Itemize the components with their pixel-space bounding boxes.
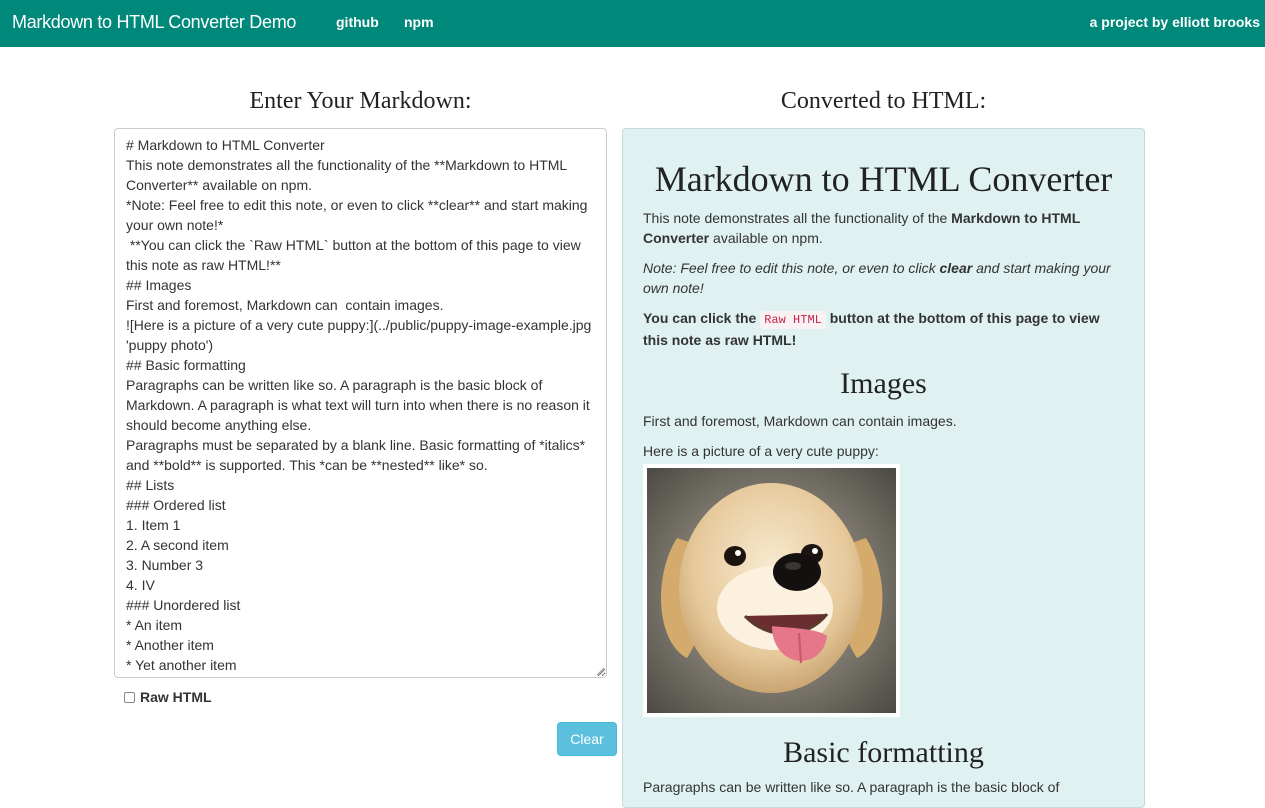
text-run: Note: Feel free to edit this note, or ev…	[643, 260, 940, 276]
github-link[interactable]: github	[336, 13, 379, 31]
text-run: available on npm.	[709, 230, 823, 246]
author-credit: a project by elliott brooks	[1089, 14, 1260, 30]
markdown-line: ## Basic formatting	[126, 357, 246, 373]
bold-text: clear	[939, 260, 973, 276]
inline-code: Raw HTML	[760, 311, 826, 329]
markdown-line: * Yet another item	[126, 657, 237, 673]
markdown-line: First and foremost, Markdown can contain…	[126, 297, 444, 313]
markdown-line: * Another item	[126, 637, 214, 653]
brand-link[interactable]: Markdown to HTML Converter Demo	[12, 11, 296, 33]
markdown-line: 2. A second item	[126, 537, 229, 553]
markdown-line: ![Here is a picture of a very cute puppy…	[126, 317, 596, 353]
markdown-line: This note demonstrates all the functiona…	[126, 157, 571, 193]
markdown-line: **You can click the `Raw HTML` button at…	[126, 237, 585, 273]
preview-paragraph: This note demonstrates all the functiona…	[643, 208, 1113, 248]
markdown-line: ### Ordered list	[126, 497, 226, 513]
markdown-line: Paragraphs must be separated by a blank …	[126, 437, 590, 473]
raw-html-checkbox[interactable]	[124, 691, 135, 703]
preview-title: Markdown to HTML Converter	[654, 159, 1113, 199]
basic-formatting-heading: Basic formatting	[783, 736, 984, 769]
text-run: This note demonstrates all the functiona…	[643, 210, 952, 226]
html-preview: Markdown to HTML Converter This note dem…	[622, 128, 1145, 808]
markdown-line: ## Images	[126, 277, 192, 293]
markdown-input[interactable]: # Markdown to HTML Converter This note d…	[114, 128, 607, 678]
preview-paragraph: Note: Feel free to edit this note, or ev…	[643, 258, 1113, 298]
markdown-line: *Note: Feel free to edit this note, or e…	[126, 197, 592, 233]
markdown-line: 3. Number 3	[126, 557, 204, 573]
markdown-line: ## Lists	[126, 477, 175, 493]
markdown-line: # Markdown to HTML Converter	[126, 137, 325, 153]
resize-grip-icon[interactable]	[596, 667, 604, 675]
preview-paragraph: You can click the Raw HTML button at the…	[643, 308, 1113, 350]
images-heading: Images	[840, 367, 927, 400]
html-heading: Converted to HTML:	[780, 88, 987, 114]
puppy-image	[643, 464, 900, 717]
markdown-line: 4. IV	[126, 577, 155, 593]
puppy-illustration	[647, 468, 896, 713]
text-run: You can click the	[643, 310, 761, 326]
clear-button[interactable]: Clear	[557, 722, 617, 756]
raw-html-toggle[interactable]: Raw HTML	[124, 688, 212, 706]
markdown-line: 1. Item 1	[126, 517, 181, 533]
preview-paragraph: Paragraphs can be written like so. A par…	[643, 779, 1060, 795]
markdown-line: Paragraphs can be written like so. A par…	[126, 377, 594, 433]
navbar: Markdown to HTML Converter Demo github n…	[0, 0, 1265, 47]
raw-html-label: Raw HTML	[140, 689, 212, 705]
npm-link[interactable]: npm	[404, 13, 434, 31]
markdown-line: * An item	[126, 617, 183, 633]
markdown-heading: Enter Your Markdown:	[249, 88, 472, 114]
markdown-line: ### Unordered list	[126, 597, 241, 613]
preview-paragraph: First and foremost, Markdown can contain…	[643, 413, 957, 429]
preview-paragraph: Here is a picture of a very cute puppy:	[643, 443, 879, 459]
